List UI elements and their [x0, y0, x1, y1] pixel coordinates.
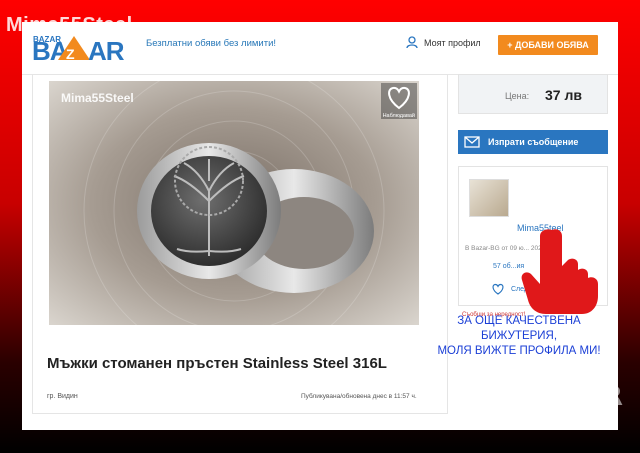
ring-image: [49, 81, 419, 325]
heart-outline-icon: [492, 283, 504, 295]
pointing-hand-icon: [521, 229, 598, 314]
svg-text:BAZAR: BAZAR: [33, 35, 61, 44]
avatar[interactable]: [469, 179, 509, 217]
profile-label: Моят профил: [424, 37, 481, 48]
send-message-label: Изпрати съобщение: [488, 137, 579, 147]
send-message-button[interactable]: Изпрати съобщение: [458, 130, 608, 154]
photo-watermark: Mima55Steel: [61, 91, 134, 105]
listing-city: гр. Видин: [47, 393, 78, 400]
add-listing-button[interactable]: + ДОБАВИ ОБЯВА: [498, 35, 598, 55]
site-tagline: Безплатни обяви без лимити!: [146, 38, 277, 49]
listing-published: Публикувана/обновена днес в 11:57 ч.: [301, 393, 417, 400]
listing-card: Mima55Steel Наблюдавай Мъжки стоманен пр…: [32, 74, 448, 414]
promo-text: ЗА ОЩЕ КАЧЕСТВЕНА БИЖУТЕРИЯ, МОЛЯ ВИЖТЕ …: [404, 314, 634, 359]
svg-text:AR: AR: [88, 36, 125, 66]
heart-icon: [388, 86, 410, 110]
bazar-logo[interactable]: BA Z AR BAZAR: [30, 32, 126, 66]
site-header: BA Z AR BAZAR Безплатни обяви без лимити…: [22, 22, 618, 75]
my-profile-link[interactable]: Моят профил: [406, 36, 481, 49]
listing-title: Мъжки стоманен пръстен Stainless Steel 3…: [47, 355, 387, 372]
listing-photo[interactable]: Mima55Steel Наблюдавай: [49, 81, 419, 325]
envelope-icon: [464, 136, 480, 148]
watch-label: Наблюдавай: [382, 113, 415, 119]
price-box: Цена: 37 лв: [458, 74, 608, 114]
price-label: Цена:: [505, 91, 530, 101]
promo-line-3: МОЛЯ ВИЖТЕ ПРОФИЛА МИ!: [437, 345, 601, 357]
promo-line-1: ЗА ОЩЕ КАЧЕСТВЕНА: [457, 315, 581, 327]
bazar-watermark: BAZAR: [528, 382, 623, 412]
promo-line-2: БИЖУТЕРИЯ,: [480, 330, 558, 342]
svg-text:Z: Z: [66, 46, 75, 62]
user-icon: [406, 36, 418, 49]
price-value: 37 лв: [545, 87, 582, 103]
